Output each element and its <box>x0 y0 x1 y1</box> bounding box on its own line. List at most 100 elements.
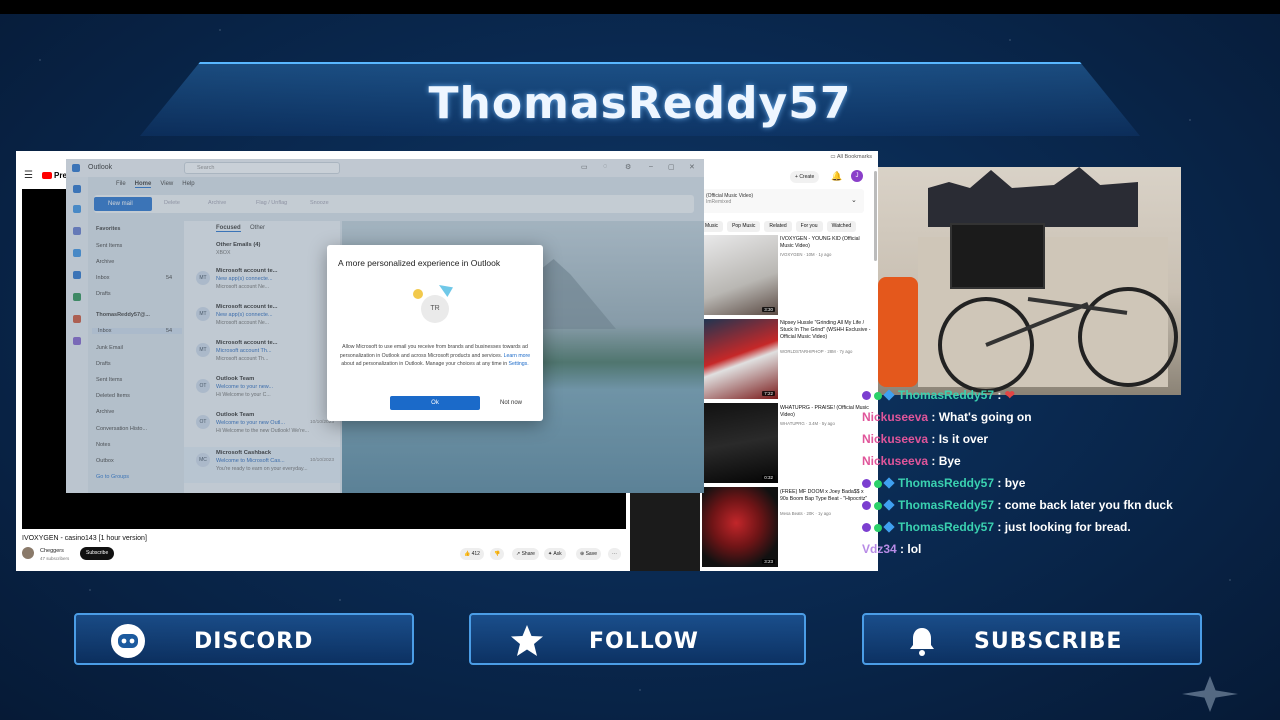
subscribe-cta-button[interactable]: SUBSCRIBE <box>862 613 1202 665</box>
create-button[interactable]: + Create <box>790 171 820 183</box>
subscriber-count: 47 subscribers <box>40 556 70 561</box>
menu-icon[interactable]: ☰ <box>24 170 33 181</box>
share-button[interactable]: ↗ Share <box>512 548 539 560</box>
verified-badge-icon <box>874 502 882 510</box>
verified-badge-icon <box>874 480 882 488</box>
gem-badge-icon <box>883 521 895 533</box>
verified-badge-icon <box>874 392 882 400</box>
chat-username[interactable]: ThomasReddy57 <box>898 388 994 402</box>
follow-button[interactable]: FOLLOW <box>469 613 806 665</box>
chat-message: ThomasReddy57 : just looking for bread. <box>862 520 1131 540</box>
dislike-button[interactable]: 👎 <box>490 548 505 560</box>
crate <box>950 223 1045 289</box>
chat-message: Vdz34 : lol <box>862 542 922 556</box>
all-bookmarks[interactable]: ▭ All Bookmarks <box>830 154 872 160</box>
chat-text: What's going on <box>938 410 1032 424</box>
channel-name[interactable]: Cheggers <box>40 548 64 554</box>
duration-badge: 0:32 <box>762 475 775 480</box>
sub-badge-icon <box>862 479 871 488</box>
follow-label: FOLLOW <box>589 629 699 654</box>
sub-badge-icon <box>862 501 871 510</box>
notifications-bell-icon[interactable]: 🔔 <box>831 171 842 182</box>
chat-message: ThomasReddy57 : ❤ <box>862 388 1015 408</box>
recommendation-thumbnail[interactable]: 7:22 <box>702 319 778 399</box>
dialog-body: Allow Microsoft to use email you receive… <box>339 344 531 367</box>
sub-badge-icon <box>862 391 871 400</box>
chip-related[interactable]: Related <box>764 221 792 232</box>
discord-icon <box>111 624 145 658</box>
filter-chips: Music Pop Music Related For you Watched <box>700 221 857 232</box>
subscribe-button[interactable]: Subscribe <box>80 547 115 560</box>
chip-pop-music[interactable]: Pop Music <box>727 221 761 232</box>
chat-username[interactable]: Vdz34 <box>862 542 897 556</box>
learn-more-link[interactable]: Learn more <box>504 353 531 359</box>
chat-username[interactable]: ThomasReddy57 <box>898 498 994 512</box>
chat-username[interactable]: Nickuseeva <box>862 432 928 446</box>
discord-button[interactable]: DISCORD <box>74 613 414 665</box>
chat-message: ThomasReddy57 : bye <box>862 476 1025 496</box>
chat-text: just looking for bread. <box>1004 520 1131 534</box>
ok-button[interactable]: Ok <box>390 396 480 410</box>
bell-icon <box>910 628 934 656</box>
dark-panel <box>630 491 700 571</box>
recommendation-title[interactable]: (FREE) MF DOOM x Joey Bada$$ x 90s Boom … <box>780 489 872 503</box>
like-button[interactable]: 👍 412 <box>460 548 484 560</box>
duration-badge: 7:22 <box>762 391 775 396</box>
ad-personalization-dialog: A more personalized experience in Outloo… <box>327 245 543 421</box>
recommendation-title[interactable]: WHATUPRG - PRAISE! (Official Music Video… <box>780 405 872 419</box>
user-avatar[interactable]: J <box>851 170 863 182</box>
chat-username[interactable]: Nickuseeva <box>862 454 928 468</box>
recommendation-thumbnail[interactable]: 0:32 <box>702 403 778 483</box>
recommendation-meta: Mesa Beats · 20K · 1y ago <box>780 511 831 516</box>
video-title: IVOXYGEN - casino143 [1 hour version] <box>22 535 147 542</box>
gem-badge-icon <box>883 477 895 489</box>
save-button[interactable]: ⊕ Save <box>576 548 601 560</box>
chat-text: lol <box>907 542 922 556</box>
discord-label: DISCORD <box>194 629 314 654</box>
outlook-window: Outlook Search ▭ ◌ ⚙ – ▢ ✕ File Home Vie… <box>66 159 704 493</box>
decorative-sun-icon <box>413 289 423 299</box>
chat-message: ThomasReddy57 : come back later you fkn … <box>862 498 1173 518</box>
streamer-name: ThomasReddy57 <box>428 78 852 129</box>
chat-text: come back later you fkn duck <box>1004 498 1173 512</box>
playlist-title: (Official Music Video) ImRemixed <box>706 193 754 205</box>
recommendation-title[interactable]: Nipsey Hussle "Grinding All My Life / St… <box>780 320 872 341</box>
not-now-button[interactable]: Not now <box>487 396 535 410</box>
dialog-title: A more personalized experience in Outloo… <box>338 258 501 268</box>
chat-text: bye <box>1004 476 1026 490</box>
channel-avatar[interactable] <box>22 547 34 559</box>
castle-decor <box>928 167 1138 227</box>
recommendation-thumbnail[interactable]: 3:30 <box>702 235 778 315</box>
more-actions-icon[interactable]: ⋯ <box>608 548 621 560</box>
chip-watched[interactable]: Watched <box>826 221 857 232</box>
settings-link[interactable]: Settings. <box>509 361 529 367</box>
duration-badge: 3:30 <box>762 307 775 312</box>
chat-username[interactable]: ThomasReddy57 <box>898 520 994 534</box>
chat-message: Nickuseeva : What's going on <box>862 410 1032 424</box>
webcam-feed <box>878 167 1181 395</box>
star-icon <box>511 625 543 656</box>
subscribe-label: SUBSCRIBE <box>974 629 1123 654</box>
chat-text: Is it over <box>938 432 989 446</box>
recommendation-title[interactable]: IVOXYGEN - YOUNG KID (Official Music Vid… <box>780 236 872 250</box>
ask-button[interactable]: ✦ Ask <box>544 548 566 560</box>
gem-badge-icon <box>883 499 895 511</box>
captured-screen: ☰ Premium ▭ All Bookmarks + Create 🔔 J I… <box>16 151 878 571</box>
gem-badge-icon <box>883 389 895 401</box>
chat-username[interactable]: ThomasReddy57 <box>898 476 994 490</box>
recommendation-meta: WORLDSTARHIPHOP · 28M · 7y ago <box>780 349 853 354</box>
chat-message: Nickuseeva : Is it over <box>862 432 989 446</box>
profile-avatar: TR <box>421 295 449 323</box>
scrollbar[interactable] <box>874 171 877 261</box>
chat-message: Nickuseeva : Bye <box>862 454 961 468</box>
recommendation-meta: IVOXYGEN · 10M · 1y ago <box>780 252 832 257</box>
orange-chair <box>878 277 918 387</box>
duration-badge: 3:23 <box>762 559 775 564</box>
chat-text: Bye <box>938 454 961 468</box>
chat-username[interactable]: Nickuseeva <box>862 410 928 424</box>
chevron-down-icon[interactable]: ⌄ <box>851 196 857 204</box>
chip-for-you[interactable]: For you <box>795 221 823 232</box>
verified-badge-icon <box>874 524 882 532</box>
bike-wheel <box>1078 287 1178 387</box>
recommendation-thumbnail[interactable]: 3:23 <box>702 487 778 567</box>
